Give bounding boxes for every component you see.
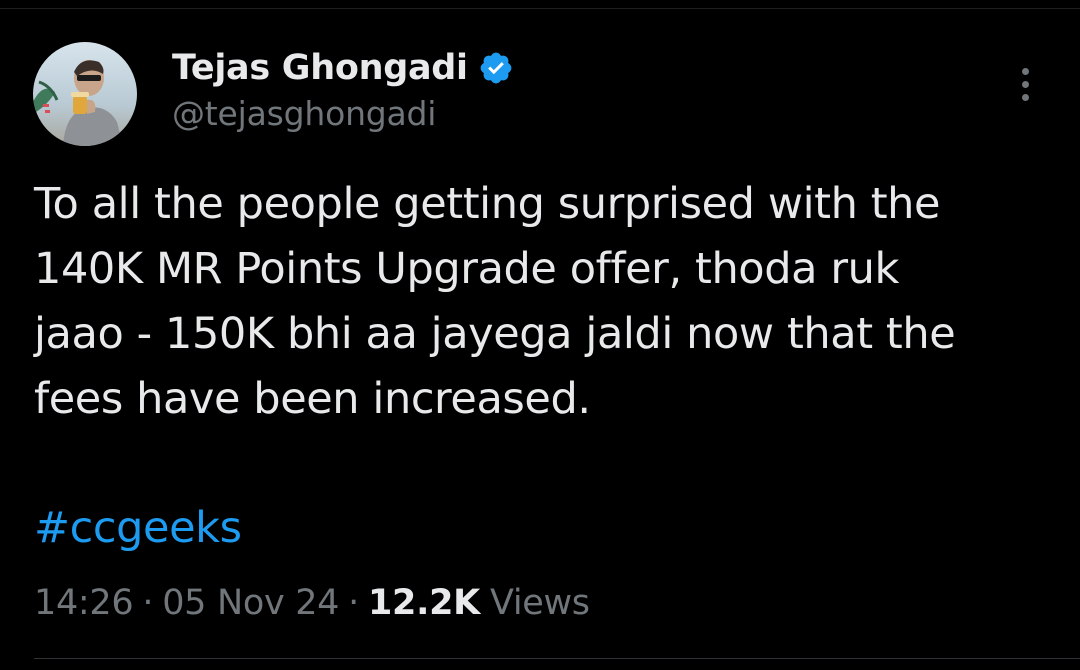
top-divider (0, 8, 1080, 9)
tweet-line: To all the people getting surprised with… (34, 179, 941, 229)
more-dot (1021, 93, 1029, 101)
tweet-line: jaao - 150K bhi aa jayega jaldi now that… (34, 309, 956, 359)
views-count: 12.2K (367, 583, 480, 623)
avatar-photo (33, 42, 137, 146)
meta-separator: · (348, 583, 359, 623)
meta-separator: · (142, 583, 154, 623)
tweet-line: fees have been increased. (34, 374, 591, 424)
tweet-date[interactable]: 05 Nov 24 (162, 583, 339, 623)
tweet-time[interactable]: 14:26 (34, 583, 134, 623)
more-options-icon[interactable] (1010, 62, 1040, 106)
author-row: Tejas Ghongadi (172, 44, 514, 92)
verified-badge-icon[interactable] (478, 50, 514, 86)
avatar[interactable] (33, 42, 137, 146)
more-dot (1021, 67, 1029, 75)
tweet-text: To all the people getting surprised with… (34, 172, 1054, 432)
views-label: Views (489, 583, 590, 623)
author-handle[interactable]: @tejasghongadi (172, 94, 436, 133)
display-name[interactable]: Tejas Ghongadi (172, 48, 468, 88)
tweet-line: 140K MR Points Upgrade offer, thoda ruk (34, 244, 899, 294)
bottom-divider (34, 658, 1080, 659)
hashtag-link[interactable]: #ccgeeks (34, 496, 242, 561)
tweet-meta: 14:26 · 05 Nov 24 · 12.2K Views (34, 578, 590, 628)
more-dot (1021, 80, 1029, 88)
